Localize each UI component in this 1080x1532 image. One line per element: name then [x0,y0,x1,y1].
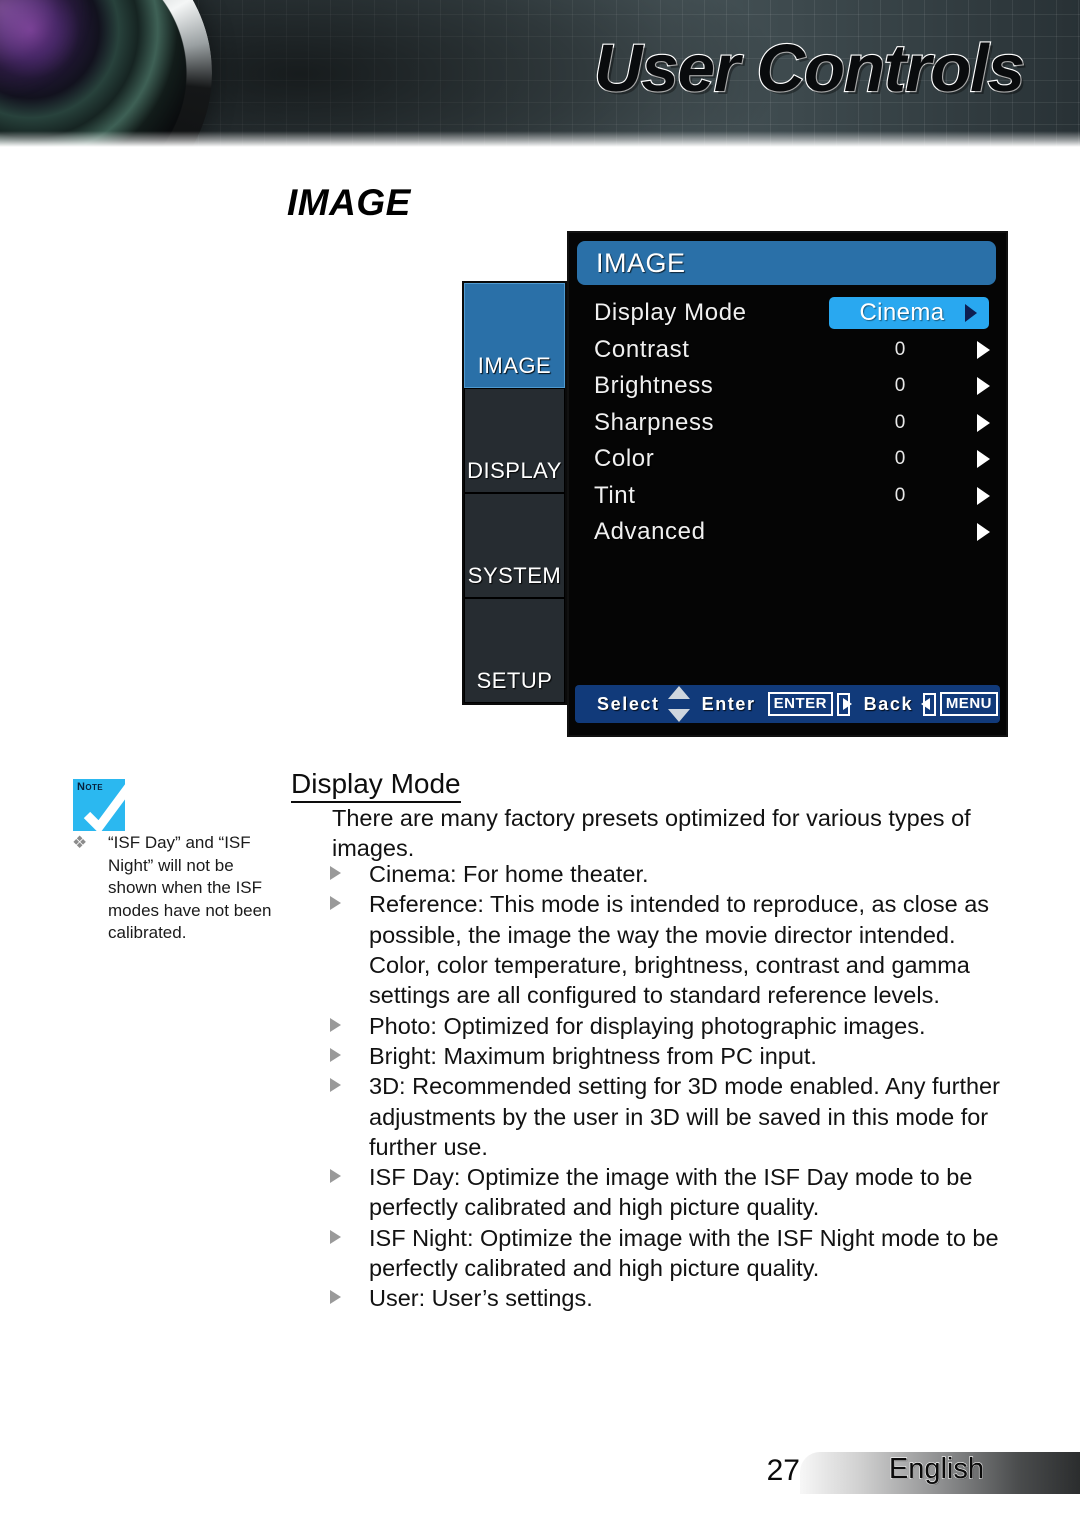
bullet-arrow-icon [330,1047,341,1062]
page-title: IMAGE [287,182,411,223]
osd-row-display-mode[interactable]: Display Mode Cinema [569,295,1010,332]
left-arrow-key-icon [923,692,936,716]
bullet-arrow-icon [330,1229,341,1244]
list-item: Photo: Optimized for displaying photogra… [325,1011,1005,1041]
osd-value-chip-display-mode[interactable]: Cinema [829,297,989,329]
list-item: Cinema: For home theater. [325,859,1005,889]
chevron-right-icon[interactable] [977,523,990,542]
osd-panel: IMAGE Display Mode Cinema Contrast 0 Bri… [567,231,1008,737]
chevron-right-icon[interactable] [977,377,990,396]
osd-row-tint[interactable]: Tint 0 [569,478,1010,515]
lens-rim-icon [0,0,212,147]
page-number: 27 [766,1454,800,1487]
osd-row-value: 0 [894,411,906,433]
osd-tab-label: IMAGE [477,353,552,378]
osd-tab-strip: IMAGE DISPLAY SYSTEM SETUP [462,281,567,705]
list-item: Bright: Maximum brightness from PC input… [325,1041,1005,1071]
list-item: 3D: Recommended setting for 3D mode enab… [325,1071,1005,1162]
osd-row-label: Brightness [594,372,714,400]
osd-title-label: IMAGE [596,247,686,278]
note-text: “ISF Day” and “ISF Night” will not be sh… [108,833,272,943]
osd-row-label: Advanced [594,518,706,546]
osd-row-list: Display Mode Cinema Contrast 0 Brightnes… [569,295,1010,551]
bullet-arrow-icon [330,1169,341,1184]
note-icon: Note [73,778,137,834]
osd-tab-system[interactable]: SYSTEM [464,493,565,598]
section-title: Display Mode [291,768,461,803]
footer-language-label: English [888,1452,984,1485]
list-item-text: 3D: Recommended setting for 3D mode enab… [369,1073,1000,1160]
chevron-right-icon[interactable] [977,340,990,359]
osd-row-label: Tint [594,481,636,509]
bullet-arrow-icon [330,1290,341,1305]
osd-row-value: 0 [894,338,906,360]
osd-row-value: 0 [894,484,906,506]
checkmark-icon [83,778,137,834]
osd-row-brightness[interactable]: Brightness 0 [569,368,1010,405]
osd-hint-bar: Select Enter ENTER Back MENU [575,685,1000,723]
osd-row-label: Display Mode [594,299,747,327]
bullet-arrow-icon [330,896,341,911]
list-item-text: ISF Day: Optimize the image with the ISF… [369,1164,973,1221]
list-item: ISF Day: Optimize the image with the ISF… [325,1162,1005,1223]
right-arrow-key-icon [836,692,850,716]
chevron-right-icon [965,304,977,322]
menu-key-icon: MENU [939,692,998,716]
osd-row-color[interactable]: Color 0 [569,441,1010,478]
osd-tab-display[interactable]: DISPLAY [464,388,565,493]
header-fade [0,131,1080,147]
section-intro-text: There are many factory presets optimized… [332,805,971,862]
osd-row-label: Color [594,445,655,473]
osd-hint-enter-label: Enter [701,693,756,714]
list-item-text: Photo: Optimized for displaying photogra… [369,1012,926,1039]
chevron-right-icon[interactable] [977,486,990,505]
osd-row-label: Contrast [594,335,690,363]
osd-row-advanced[interactable]: Advanced [569,514,1010,551]
osd-tab-setup[interactable]: SETUP [464,598,565,703]
osd-row-value: 0 [894,448,906,470]
osd-row-contrast[interactable]: Contrast 0 [569,332,1010,369]
osd-hint-select-label: Select [597,693,660,714]
display-mode-bullet-list: Cinema: For home theater. Reference: Thi… [325,859,1005,1314]
osd-tab-image[interactable]: IMAGE [464,283,565,388]
bullet-arrow-icon [330,1078,341,1093]
osd-row-sharpness[interactable]: Sharpness 0 [569,405,1010,442]
osd-tab-label: SYSTEM [467,563,562,588]
list-item-text: ISF Night: Optimize the image with the I… [369,1224,999,1282]
list-item-text: Bright: Maximum brightness from PC input… [369,1042,817,1069]
osd-row-label: Sharpness [594,408,715,436]
note-bullet-icon: ❖ [72,833,88,852]
osd-chip-value: Cinema [859,299,945,326]
osd-tab-label: DISPLAY [467,458,562,483]
osd-tab-label: SETUP [476,668,553,693]
chevron-right-icon[interactable] [977,413,990,432]
list-item-text: Reference: This mode is intended to repr… [369,891,990,1009]
header-title: User Controls [593,30,1026,107]
osd-hint-back-label: Back [863,693,914,714]
bullet-arrow-icon [330,1017,341,1032]
enter-key-icon: ENTER [767,692,833,716]
osd-title-bar: IMAGE [577,241,996,285]
chevron-right-icon[interactable] [977,450,990,469]
bullet-arrow-icon [330,866,341,880]
list-item-text: Cinema: For home theater. [369,861,649,887]
list-item: ISF Night: Optimize the image with the I… [325,1223,1005,1284]
osd-menu: IMAGE DISPLAY SYSTEM SETUP IMAGE Display… [462,231,1008,737]
list-item: Reference: This mode is intended to repr… [325,889,1005,1010]
osd-row-value: 0 [894,375,906,397]
list-item-text: User: User’s settings. [369,1285,593,1312]
up-down-arrows-icon [667,686,690,722]
page-header-banner: User Controls [0,0,1080,147]
list-item: User: User’s settings. [325,1283,1005,1313]
